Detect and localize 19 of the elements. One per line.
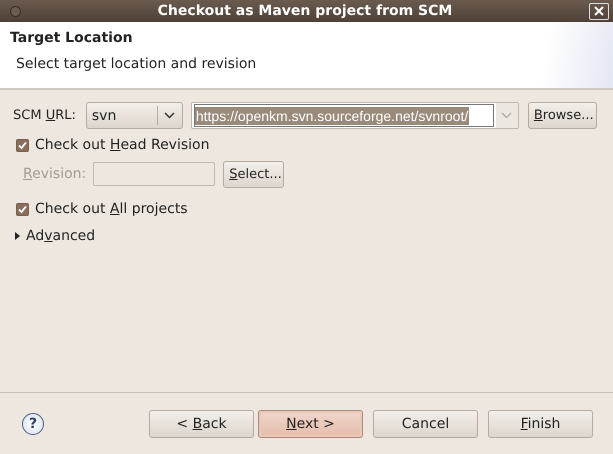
window-title: Checkout as Maven project from SCM [156,3,454,19]
page-description: Select target location and revision [16,56,258,72]
finish-button[interactable]: Finish [488,410,593,438]
advanced-section-toggle[interactable]: Advanced [26,228,96,244]
checkbox-label: Check out Head Revision [35,137,210,153]
close-icon[interactable] [589,2,609,20]
scm-url-label: SCM URL: [13,108,76,123]
expand-arrow-icon[interactable] [15,232,20,240]
next-button[interactable]: Next > [258,410,363,438]
revision-label: Revision: [23,166,86,182]
help-button[interactable]: ? [22,412,44,434]
checkbox-label: Check out All projects [35,201,188,217]
browse-button[interactable]: Browse... [528,102,597,129]
checkbox[interactable] [16,202,29,216]
back-button[interactable]: < Back [149,410,254,438]
cancel-button[interactable]: Cancel [373,410,478,438]
scm-type-dropdown[interactable]: svn [86,102,183,129]
checkbox[interactable] [16,138,29,152]
page-title: Target Location [10,30,134,46]
